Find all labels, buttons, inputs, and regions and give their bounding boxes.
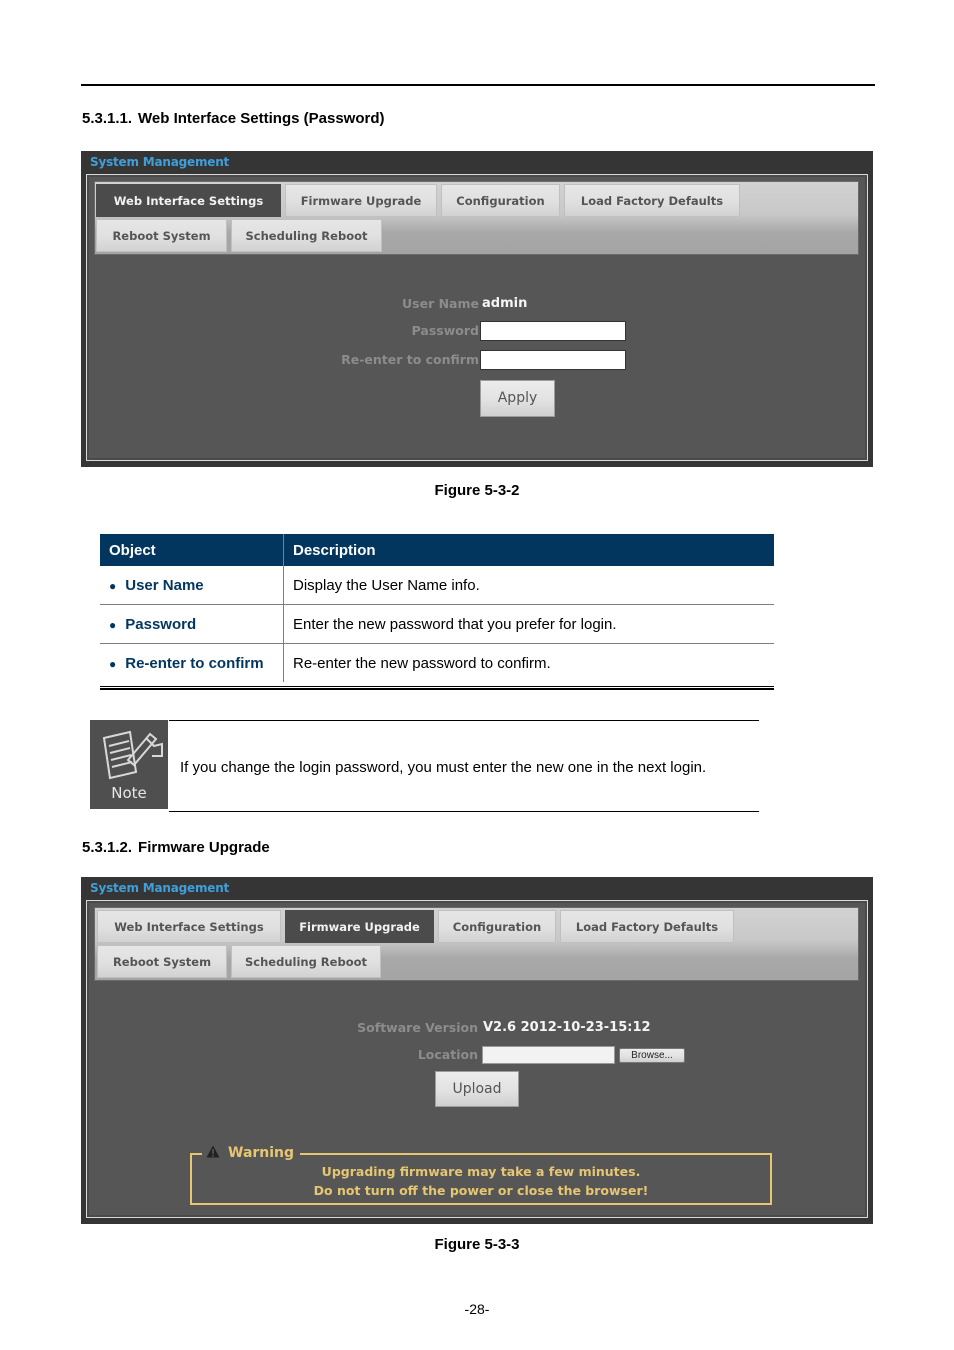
password-label: Password bbox=[411, 323, 479, 338]
warning-box: Warning Upgrading firmware may take a fe… bbox=[190, 1142, 772, 1205]
panel-body: Web Interface Settings Firmware Upgrade … bbox=[86, 174, 868, 461]
tab-bar: Web Interface Settings Firmware Upgrade … bbox=[94, 181, 859, 255]
table-header-row: Object Description bbox=[100, 534, 774, 566]
apply-button[interactable]: Apply bbox=[480, 380, 555, 417]
warning-triangle-icon bbox=[206, 1145, 220, 1158]
tab-load-factory-defaults[interactable]: Load Factory Defaults bbox=[560, 910, 734, 943]
location-file-input[interactable] bbox=[482, 1046, 615, 1064]
column-header-description: Description bbox=[283, 534, 774, 566]
password-input[interactable] bbox=[480, 321, 626, 341]
system-management-panel-password: System Management Web Interface Settings… bbox=[81, 151, 873, 467]
software-version-value: V2.6 2012-10-23-15:12 bbox=[483, 1020, 651, 1035]
notepad-pen-icon: Note bbox=[102, 730, 163, 802]
upload-button[interactable]: Upload bbox=[435, 1071, 519, 1107]
panel-title: System Management bbox=[90, 881, 230, 895]
tab-reboot-system[interactable]: Reboot System bbox=[97, 945, 227, 978]
browse-button[interactable]: Browse... bbox=[619, 1048, 685, 1063]
panel-body: Web Interface Settings Firmware Upgrade … bbox=[86, 900, 868, 1218]
user-name-label: User Name bbox=[402, 296, 479, 311]
description-cell: Enter the new password that you prefer f… bbox=[283, 604, 774, 644]
panel-title: System Management bbox=[90, 155, 230, 169]
note-text: If you change the login password, you mu… bbox=[180, 759, 707, 776]
software-version-row: Software Version V2.6 2012-10-23-15:12 bbox=[87, 1017, 867, 1039]
section-heading-web-interface: 5.3.1.1. Web Interface Settings (Password… bbox=[82, 110, 385, 127]
description-cell: Display the User Name info. bbox=[283, 566, 774, 605]
object-name: User Name bbox=[125, 576, 204, 594]
tab-firmware-upgrade[interactable]: Firmware Upgrade bbox=[285, 910, 434, 943]
tab-configuration[interactable]: Configuration bbox=[441, 184, 560, 217]
object-cell: ● Password bbox=[100, 604, 284, 644]
table-bottom-rule bbox=[100, 686, 774, 690]
note-bottom-rule bbox=[169, 811, 759, 812]
bullet-icon: ● bbox=[109, 617, 117, 632]
tab-configuration[interactable]: Configuration bbox=[438, 910, 556, 943]
section-title: Web Interface Settings (Password) bbox=[138, 110, 385, 127]
table-row: ● User Name Display the User Name info. bbox=[100, 566, 774, 605]
table-row: ● Re-enter to confirm Re-enter the new pa… bbox=[100, 643, 774, 682]
user-name-row: User Name admin bbox=[87, 293, 867, 315]
section-title: Firmware Upgrade bbox=[138, 839, 270, 856]
object-cell: ● Re-enter to confirm bbox=[100, 643, 284, 682]
confirm-label: Re-enter to confirm bbox=[341, 352, 479, 367]
section-heading-firmware-upgrade: 5.3.1.2. Firmware Upgrade bbox=[82, 839, 270, 856]
table-row: ● Password Enter the new password that yo… bbox=[100, 604, 774, 644]
tab-firmware-upgrade[interactable]: Firmware Upgrade bbox=[285, 184, 437, 217]
tab-scheduling-reboot[interactable]: Scheduling Reboot bbox=[231, 945, 381, 978]
confirm-password-input[interactable] bbox=[480, 350, 626, 370]
warning-line-2: Do not turn off the power or close the b… bbox=[313, 1183, 649, 1198]
warning-legend: Warning bbox=[202, 1142, 301, 1164]
page-number: -28- bbox=[464, 1301, 490, 1317]
confirm-row: Re-enter to confirm bbox=[87, 349, 867, 371]
bullet-icon: ● bbox=[109, 578, 117, 593]
note-icon-label: Note bbox=[111, 784, 147, 802]
object-cell: ● User Name bbox=[100, 566, 284, 605]
header-rule bbox=[81, 84, 875, 86]
location-label: Location bbox=[417, 1047, 478, 1062]
tab-web-interface-settings[interactable]: Web Interface Settings bbox=[97, 910, 281, 943]
object-name: Re-enter to confirm bbox=[125, 654, 264, 672]
warning-line-1: Upgrading firmware may take a few minute… bbox=[321, 1164, 641, 1179]
tab-bar: Web Interface Settings Firmware Upgrade … bbox=[94, 907, 859, 981]
tab-load-factory-defaults[interactable]: Load Factory Defaults bbox=[564, 184, 740, 217]
warning-title: Warning bbox=[228, 1145, 295, 1161]
tab-reboot-system[interactable]: Reboot System bbox=[96, 219, 227, 252]
description-cell: Re-enter the new password to confirm. bbox=[293, 654, 551, 672]
section-number: 5.3.1.2. bbox=[82, 839, 133, 856]
password-row: Password bbox=[87, 320, 867, 342]
bullet-icon: ● bbox=[109, 656, 117, 671]
figure-caption: Figure 5-3-2 bbox=[434, 482, 520, 499]
software-version-label: Software Version bbox=[357, 1020, 478, 1035]
object-name: Password bbox=[125, 615, 197, 633]
figure-caption: Figure 5-3-3 bbox=[434, 1236, 520, 1253]
tab-scheduling-reboot[interactable]: Scheduling Reboot bbox=[231, 219, 382, 252]
note-icon: Note bbox=[90, 720, 168, 809]
note-top-rule bbox=[169, 720, 759, 721]
object-description-table: Object Description ● User Name Display th… bbox=[100, 534, 774, 682]
column-header-object: Object bbox=[100, 534, 284, 566]
tab-web-interface-settings[interactable]: Web Interface Settings bbox=[96, 184, 281, 217]
user-name-value: admin bbox=[482, 296, 528, 311]
system-management-panel-firmware: System Management Web Interface Settings… bbox=[81, 877, 873, 1224]
section-number: 5.3.1.1. bbox=[82, 110, 133, 127]
location-row: Location Browse... bbox=[87, 1044, 867, 1066]
